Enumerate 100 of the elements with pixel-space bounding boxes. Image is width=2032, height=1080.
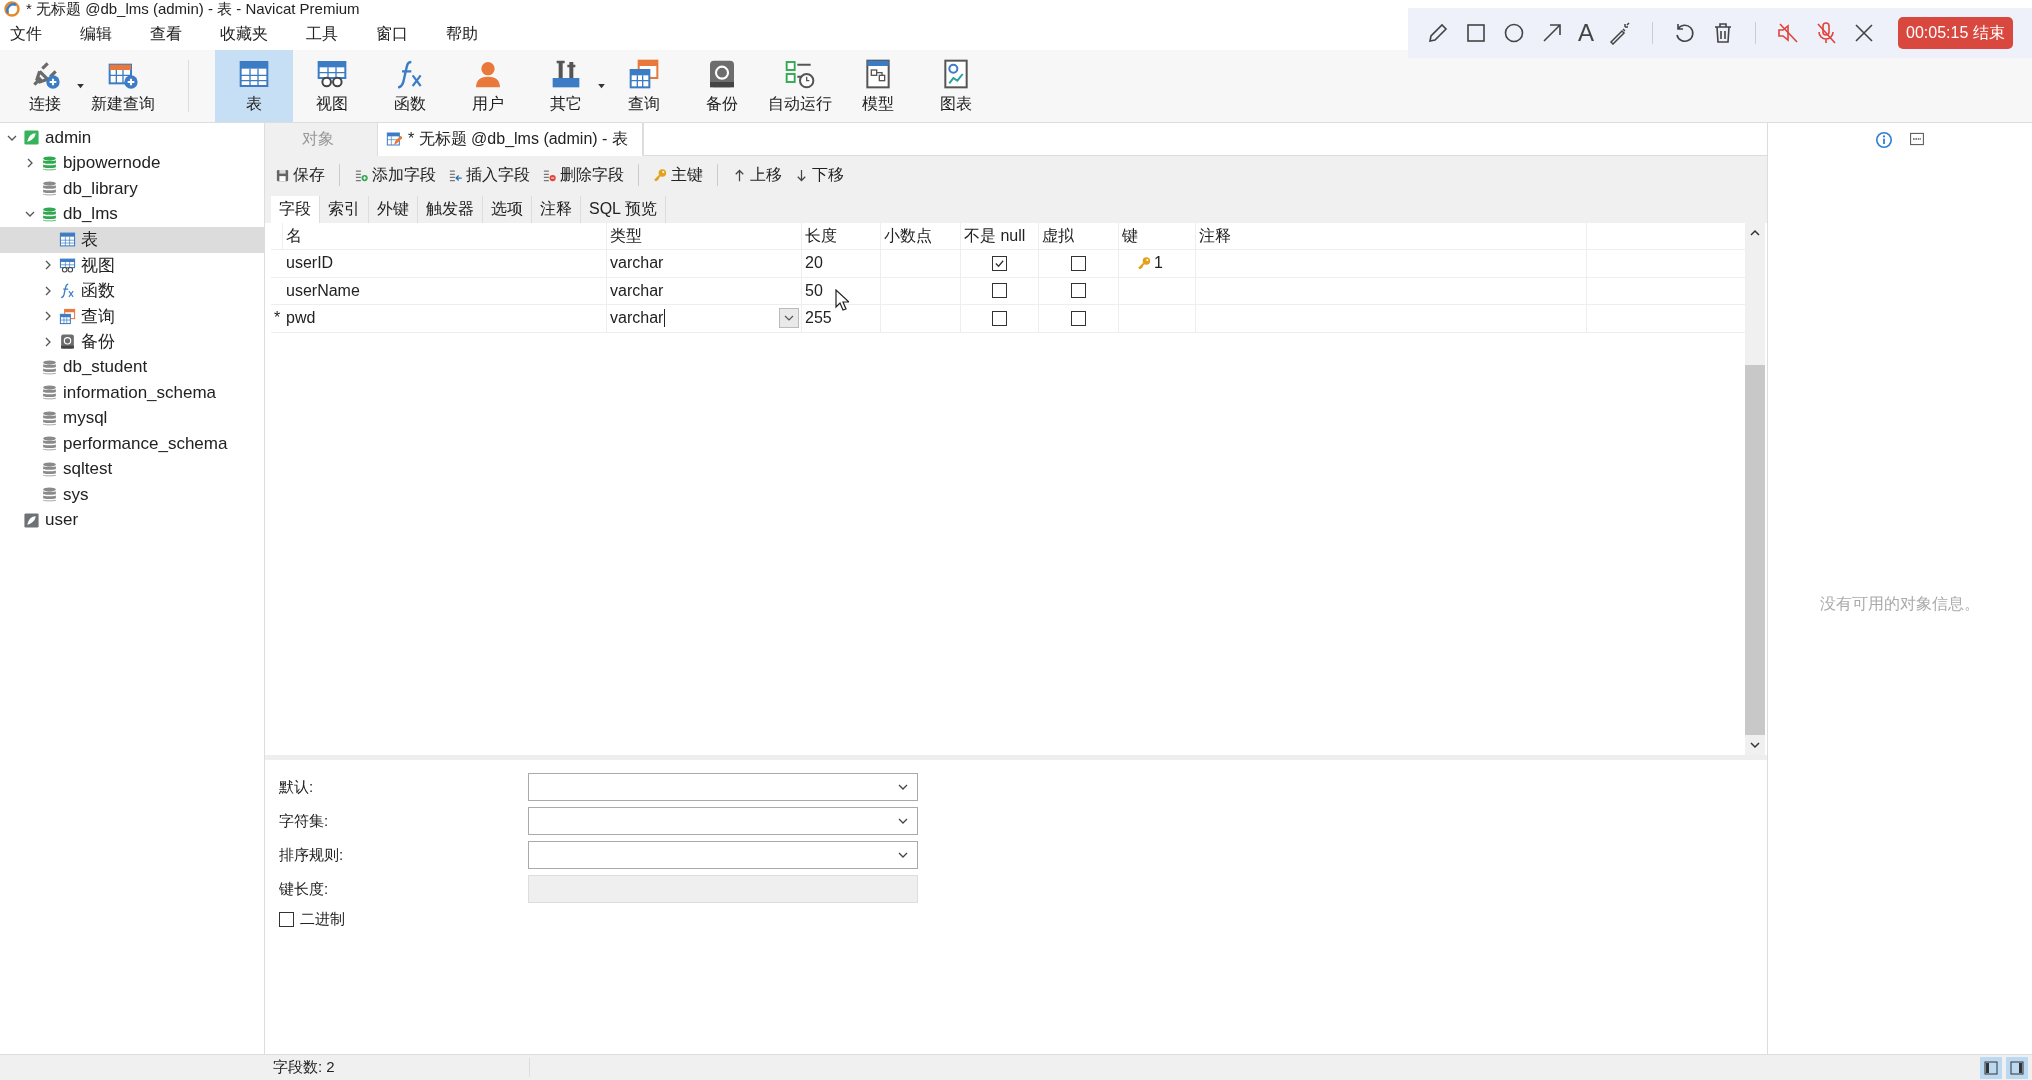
toolbar-button[interactable]: 添加字段 — [350, 164, 440, 186]
toolbar-button[interactable]: 新建查询 — [84, 50, 162, 122]
column-header[interactable]: 不是 null — [961, 223, 1039, 249]
view-icon — [59, 256, 76, 274]
chevron-right-icon[interactable] — [43, 336, 53, 347]
column-header[interactable]: 长度 — [802, 223, 881, 249]
table-cell[interactable]: varchar — [610, 281, 664, 300]
toolbar-button[interactable]: 视图 — [293, 50, 371, 122]
key-icon — [1137, 255, 1152, 271]
tree-item[interactable]: 表 — [0, 227, 264, 253]
menu-item[interactable]: 窗口 — [372, 23, 424, 45]
column-header[interactable]: 名 — [283, 223, 607, 249]
magic-wand-icon[interactable] — [1608, 21, 1632, 45]
menu-item[interactable]: 收藏夹 — [216, 23, 284, 45]
chevron-right-icon[interactable] — [43, 311, 53, 322]
tree-item[interactable]: sqltest — [0, 456, 264, 482]
scrollbar-thumb[interactable] — [1745, 365, 1765, 735]
dropdown-field[interactable] — [528, 841, 918, 869]
tab[interactable]: 字段 — [271, 196, 320, 223]
text-tool[interactable]: A — [1578, 21, 1594, 45]
table-cell[interactable]: userName — [286, 281, 360, 300]
dropdown-icon[interactable] — [598, 84, 605, 89]
info-icon[interactable] — [1875, 131, 1893, 149]
tree-item[interactable]: db_student — [0, 354, 264, 380]
chevron-right-icon[interactable] — [25, 158, 35, 169]
menu-item[interactable]: 文件 — [6, 23, 58, 45]
toolbar-button[interactable]: 备份 — [683, 50, 761, 122]
column-header[interactable]: 键 — [1119, 223, 1196, 249]
window-title: * 无标题 @db_lms (admin) - 表 - Navicat Premium — [26, 0, 360, 19]
toolbar-button[interactable]: 主键 — [649, 164, 707, 186]
table-cell[interactable]: 50 — [805, 281, 823, 300]
chevron-right-icon[interactable] — [43, 285, 53, 296]
toolbar-button[interactable]: 连接 — [6, 50, 84, 122]
dropdown-field[interactable] — [528, 773, 918, 801]
app-logo-icon — [4, 1, 20, 17]
tree-item[interactable]: 备份 — [0, 329, 264, 355]
menu-item[interactable]: 查看 — [146, 23, 198, 45]
table-cell[interactable]: varchar — [610, 309, 666, 328]
checkbox[interactable] — [992, 255, 1007, 271]
checkbox-label[interactable]: 二进制 — [300, 909, 345, 929]
dropdown-field[interactable] — [528, 807, 918, 835]
speaker-muted-icon[interactable] — [1776, 21, 1800, 45]
column-header[interactable]: 类型 — [607, 223, 802, 249]
mic-muted-icon[interactable] — [1814, 21, 1838, 45]
toolbar-button[interactable]: 插入字段 — [444, 164, 534, 186]
toolbar-button[interactable]: 表 — [215, 50, 293, 122]
menu-item[interactable]: 帮助 — [442, 23, 494, 45]
stop-recording-button[interactable]: 00:05:15 结束 — [1898, 17, 2013, 49]
chevron-right-icon[interactable] — [43, 260, 53, 271]
tree-item[interactable]: admin — [0, 125, 264, 151]
chevron-down-icon[interactable] — [1749, 739, 1761, 751]
right-panel-icon[interactable] — [2006, 1056, 2028, 1079]
tree-item[interactable]: 视图 — [0, 252, 264, 278]
column-header[interactable]: 小数点 — [881, 223, 961, 249]
dropdown-icon[interactable] — [77, 84, 84, 89]
toolbar-button[interactable]: 函数 — [371, 50, 449, 122]
table-cell[interactable]: pwd — [286, 309, 316, 328]
rectangle-icon[interactable] — [1464, 21, 1488, 45]
checkbox[interactable] — [1071, 283, 1086, 299]
table-cell[interactable]: varchar — [610, 254, 664, 273]
tree-item[interactable]: 查询 — [0, 303, 264, 329]
undo-icon[interactable] — [1673, 21, 1697, 45]
toolbar-button[interactable]: 删除字段 — [538, 164, 628, 186]
tree-item[interactable]: bjpowernode — [0, 150, 264, 176]
checkbox[interactable] — [992, 310, 1007, 326]
table-cell[interactable]: 20 — [805, 254, 823, 273]
tree-item[interactable]: mysql — [0, 405, 264, 431]
table-cell[interactable]: 255 — [805, 309, 832, 328]
toolbar-button[interactable]: 上移 — [728, 164, 786, 186]
toolbar-button[interactable]: 模型 — [839, 50, 917, 122]
menu-item[interactable]: 编辑 — [76, 23, 128, 45]
checkbox[interactable] — [279, 911, 294, 927]
pencil-icon[interactable] — [1426, 21, 1450, 45]
toolbar-button[interactable]: 图表 — [917, 50, 995, 122]
tree-item[interactable]: db_library — [0, 176, 264, 202]
tree-item[interactable]: performance_schema — [0, 431, 264, 457]
query-icon — [59, 307, 76, 325]
toolbar-button[interactable]: 下移 — [790, 164, 848, 186]
tree-item[interactable]: user — [0, 507, 264, 533]
tree-item[interactable]: db_lms — [0, 201, 264, 227]
table-cell[interactable]: userID — [286, 254, 334, 273]
left-panel-icon[interactable] — [1980, 1056, 2002, 1079]
menu-item[interactable]: 工具 — [302, 23, 354, 45]
column-header[interactable]: 虚拟 — [1039, 223, 1119, 249]
mouse-pointer-icon — [835, 289, 849, 311]
tab[interactable]: * 无标题 @db_lms (admin) - 表 — [378, 123, 643, 156]
checkbox[interactable] — [1071, 310, 1086, 326]
checkbox[interactable] — [1071, 255, 1086, 271]
toolbar-button[interactable]: 保存 — [271, 164, 329, 186]
circle-icon[interactable] — [1502, 21, 1526, 45]
tree-item[interactable]: information_schema — [0, 380, 264, 406]
toolbar-button[interactable]: 用户 — [449, 50, 527, 122]
document-icon[interactable] — [1909, 131, 1925, 147]
tree-item[interactable]: 函数 — [0, 278, 264, 304]
toolbar-button[interactable]: 其它 — [527, 50, 605, 122]
toolbar-button[interactable]: 查询 — [605, 50, 683, 122]
tree-item[interactable]: sys — [0, 482, 264, 508]
checkbox[interactable] — [992, 283, 1007, 299]
column-header[interactable]: 注释 — [1196, 223, 1587, 249]
toolbar-button[interactable]: 自动运行 — [761, 50, 839, 122]
